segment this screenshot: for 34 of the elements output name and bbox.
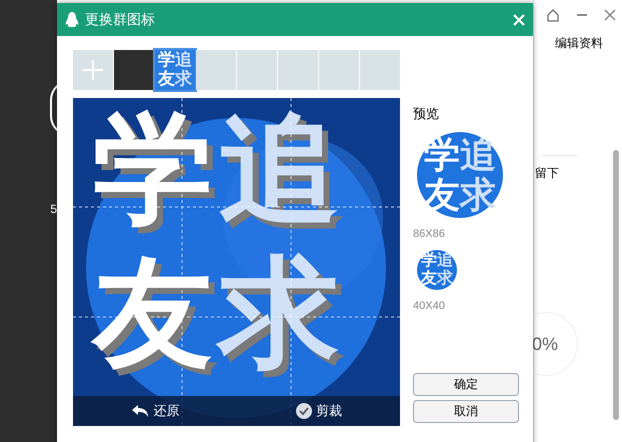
close-icon xyxy=(604,9,616,21)
icon-character: 追 xyxy=(460,134,496,174)
plus-icon xyxy=(82,59,104,81)
icon-character: 求 xyxy=(437,270,453,288)
size-caption: 86X86 xyxy=(413,226,446,242)
icon-character: 友 xyxy=(421,270,437,288)
icon-character: 学 xyxy=(158,51,175,70)
check-circle-icon xyxy=(296,403,312,419)
restore-button[interactable]: 还原 xyxy=(131,401,180,421)
left-text: 5 xyxy=(50,201,57,218)
icon-character: 学 xyxy=(93,101,214,238)
image-editor[interactable]: 学追 友求 还原 剪裁 xyxy=(73,98,400,426)
icon-character: 追 xyxy=(437,252,453,270)
crop-button[interactable]: 剪裁 xyxy=(296,401,342,421)
icon-character: 追 xyxy=(219,101,340,238)
cancel-button[interactable]: 取消 xyxy=(413,400,519,422)
progress-text: 0% xyxy=(532,332,558,356)
edit-profile-button[interactable]: 编辑资料 xyxy=(555,34,603,52)
icon-thumbnail[interactable]: 学追 友求 xyxy=(155,50,195,90)
home-icon xyxy=(546,8,560,22)
window-title: 更换群图标 xyxy=(85,10,155,29)
confirm-button[interactable]: 确定 xyxy=(413,372,519,396)
size-caption: 40X40 xyxy=(413,299,446,314)
icon-character: 求 xyxy=(460,174,496,214)
undo-arrow-icon xyxy=(131,404,150,418)
icon-thumbnail[interactable] xyxy=(114,50,154,90)
preview-label: 预览 xyxy=(413,105,440,123)
close-icon[interactable] xyxy=(513,14,525,26)
icon-character: 追 xyxy=(175,51,192,70)
icon-character: 学 xyxy=(424,134,460,174)
icon-character: 求 xyxy=(175,70,192,89)
right-text: 留下 xyxy=(535,165,560,182)
icon-character: 友 xyxy=(158,70,175,89)
penguin-icon xyxy=(65,10,79,28)
